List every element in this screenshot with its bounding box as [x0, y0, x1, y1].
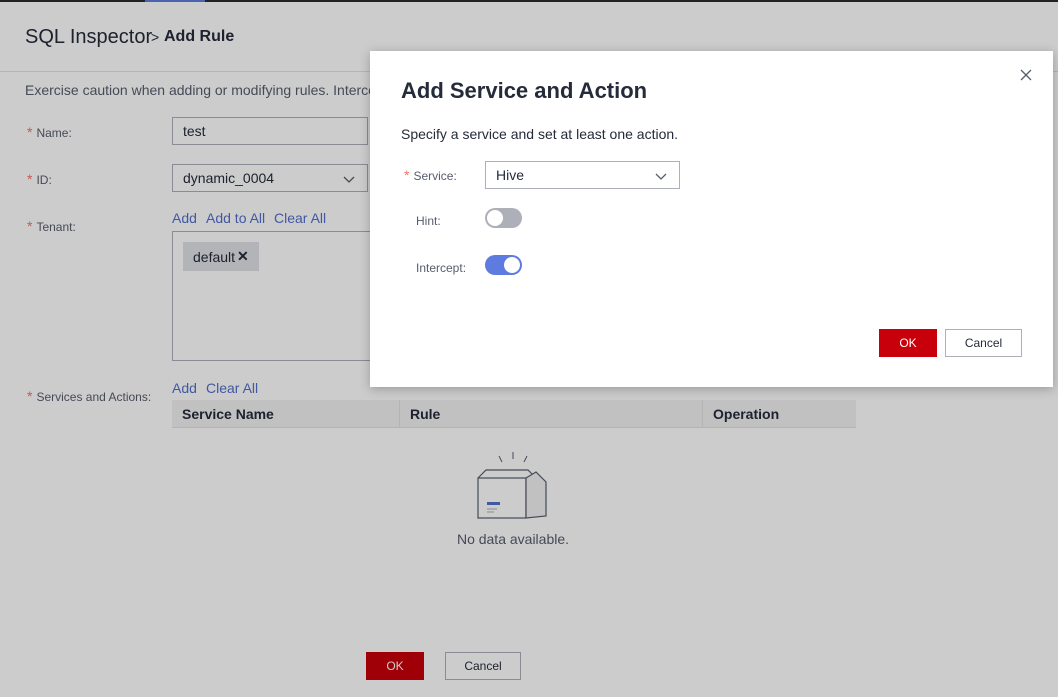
- dialog-title: Add Service and Action: [401, 78, 648, 103]
- service-label: * Service:: [404, 167, 457, 183]
- toggle-knob: [487, 210, 503, 226]
- close-icon[interactable]: [1019, 68, 1033, 82]
- intercept-toggle[interactable]: [485, 255, 522, 275]
- toggle-knob: [504, 257, 520, 273]
- dialog-ok-button[interactable]: OK: [879, 329, 937, 357]
- add-service-dialog: Add Service and Action Specify a service…: [370, 51, 1053, 387]
- dialog-cancel-button[interactable]: Cancel: [945, 329, 1022, 357]
- dialog-description: Specify a service and set at least one a…: [401, 126, 679, 142]
- hint-label: Hint:: [416, 214, 441, 228]
- intercept-label: Intercept:: [416, 261, 467, 275]
- required-mark: *: [404, 167, 410, 183]
- service-select[interactable]: Hive: [485, 161, 680, 189]
- hint-toggle[interactable]: [485, 208, 522, 228]
- chevron-down-icon: [655, 173, 667, 180]
